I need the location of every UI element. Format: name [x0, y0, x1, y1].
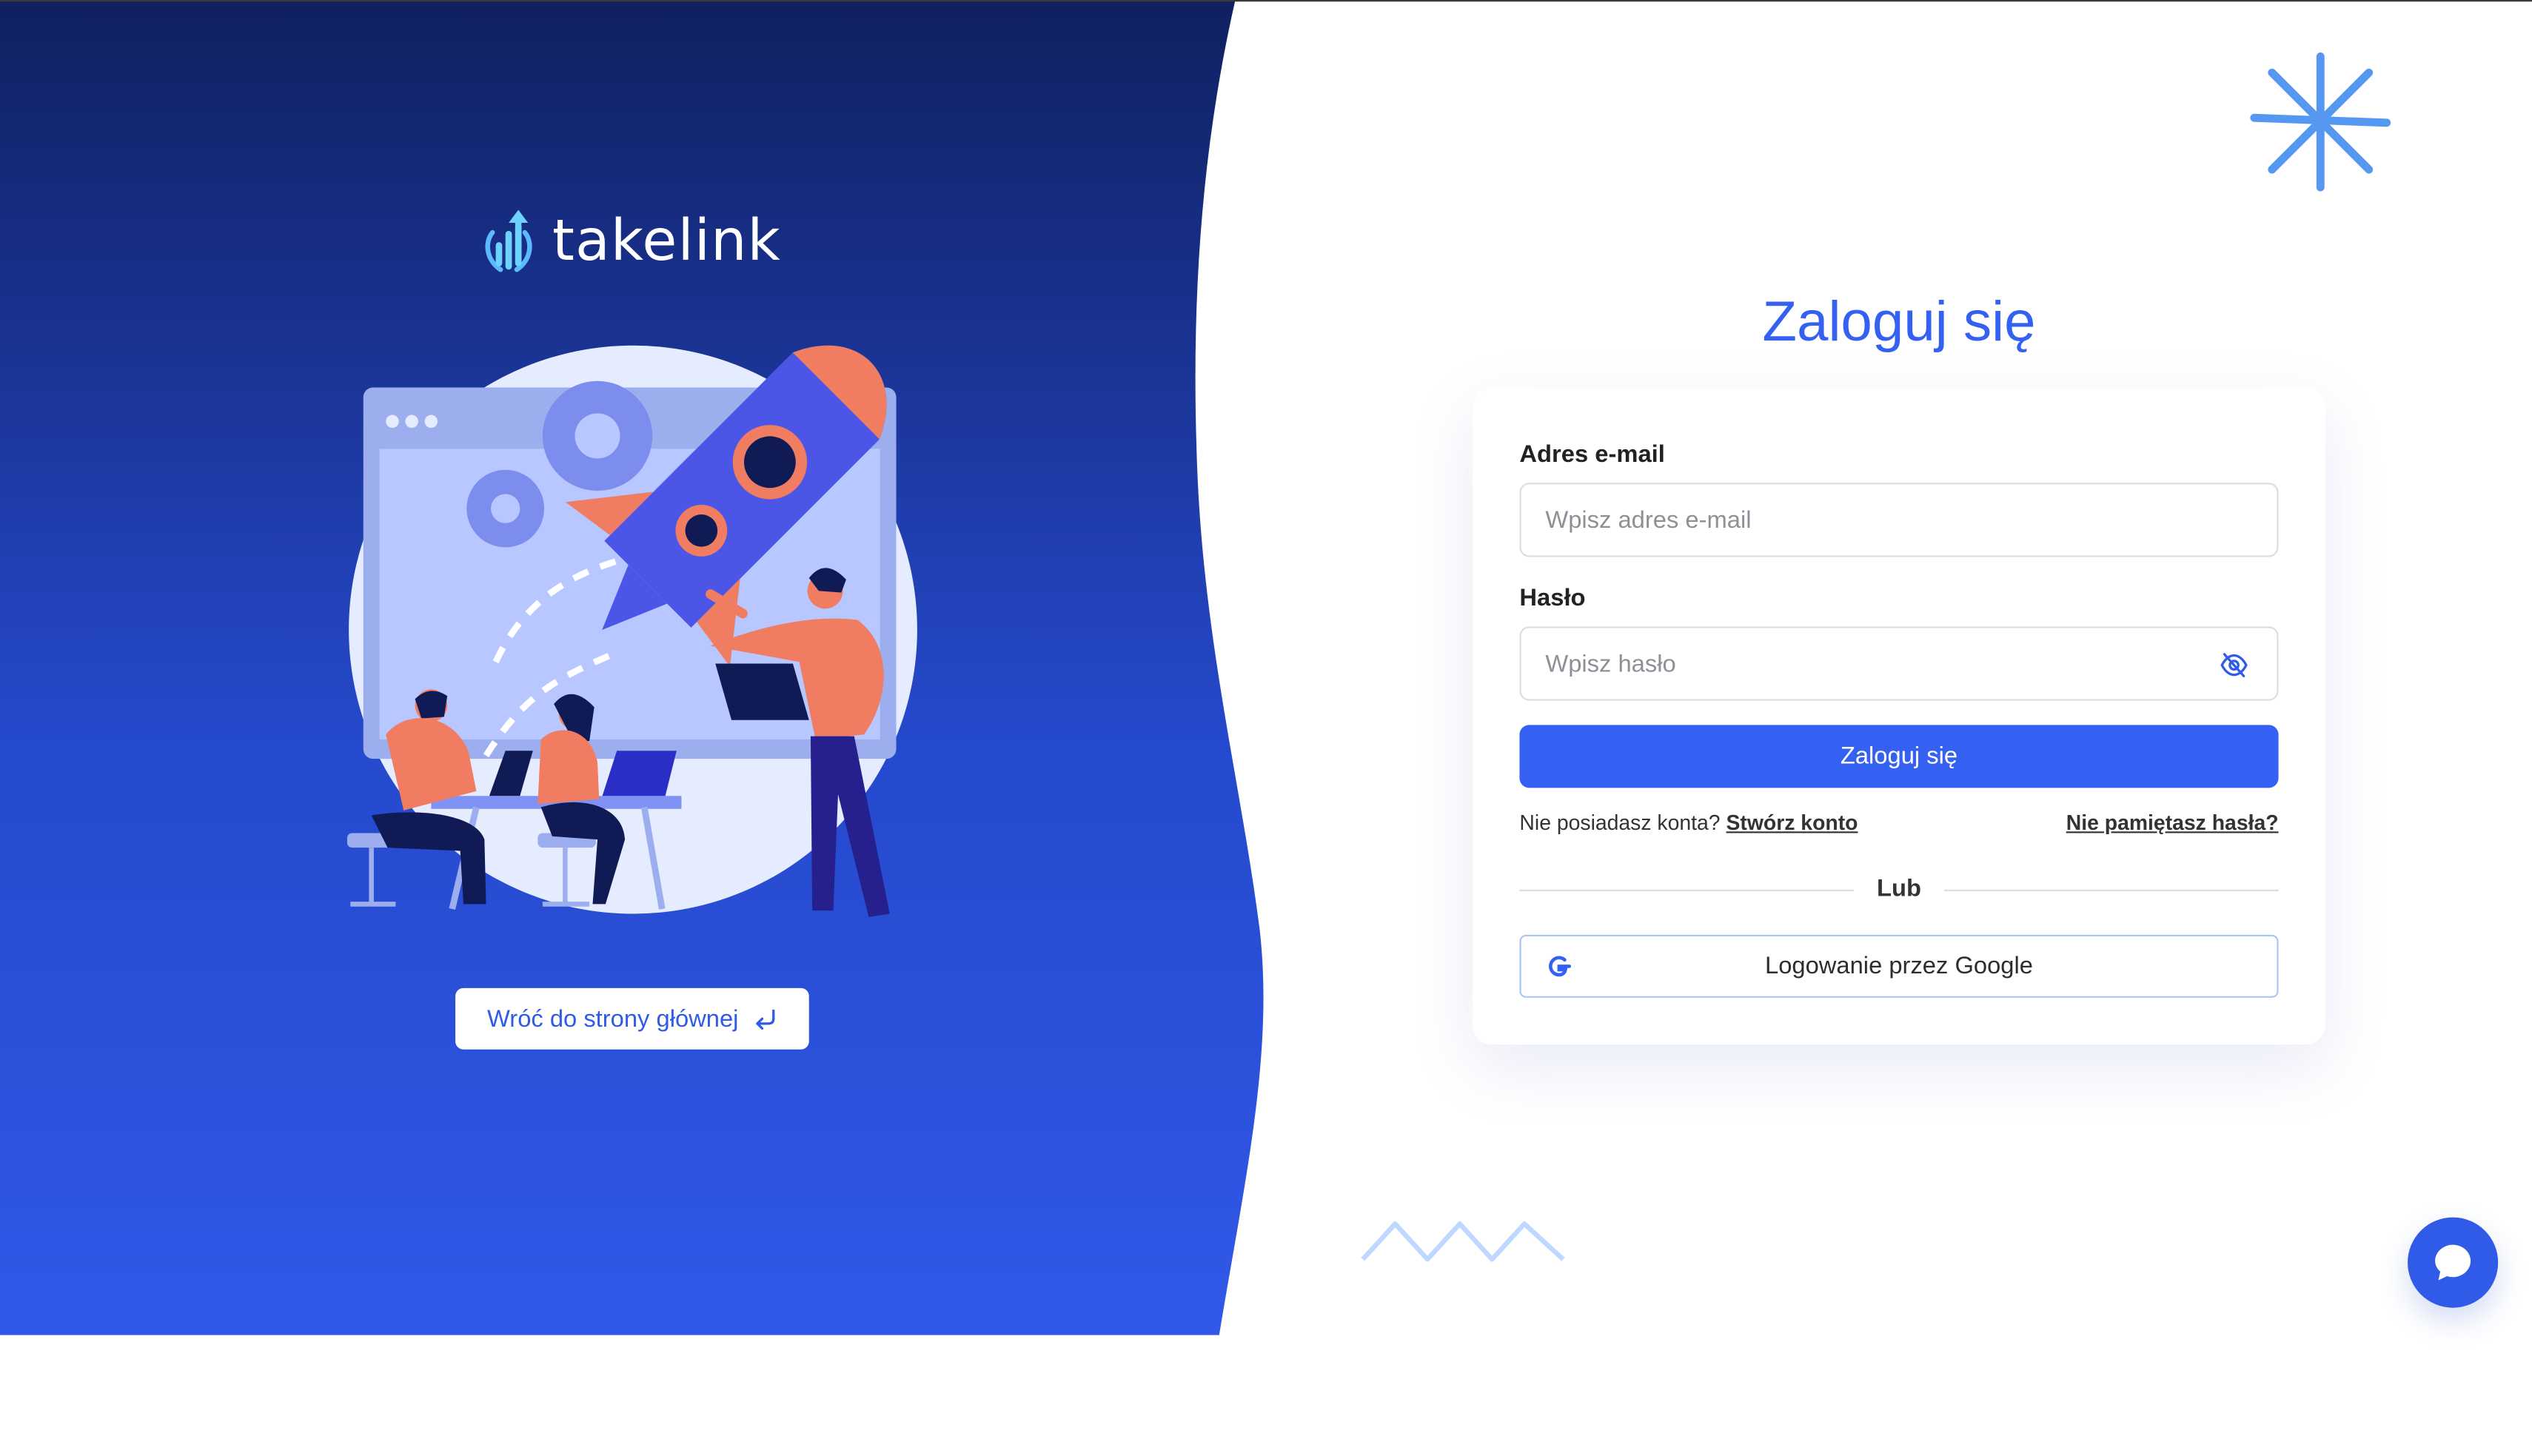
- chat-bubble-icon: [2435, 1244, 2471, 1281]
- email-input[interactable]: [1521, 484, 2277, 556]
- zigzag-decoration-icon: [1361, 1221, 1565, 1262]
- divider-line-right: [1944, 889, 2279, 891]
- back-to-home-button[interactable]: Wróć do strony głównej: [455, 987, 809, 1050]
- or-divider: Lub: [1519, 875, 2279, 904]
- takelink-logo: takelink: [478, 207, 781, 278]
- password-field[interactable]: [1519, 626, 2279, 701]
- forgot-password-link[interactable]: Nie pamiętasz hasła?: [2066, 811, 2279, 835]
- email-label: Adres e-mail: [1519, 440, 1665, 469]
- divider-line-left: [1519, 889, 1854, 891]
- startup-rocket-illustration: [346, 345, 917, 917]
- email-field[interactable]: [1519, 483, 2279, 557]
- signup-prompt: Nie posiadasz konta? Stwórz konto: [1519, 811, 1858, 835]
- or-label: Lub: [1877, 875, 1921, 903]
- bar-chart-arrow-icon: [485, 209, 532, 272]
- return-arrow-icon: [756, 1009, 776, 1030]
- account-links-row: Nie posiadasz konta? Stwórz konto Nie pa…: [1519, 811, 2278, 843]
- password-label: Hasło: [1519, 584, 1586, 612]
- brand-name: takelink: [552, 209, 781, 275]
- google-g-icon: [1548, 956, 1572, 977]
- login-submit-button[interactable]: Zaloguj się: [1519, 725, 2279, 788]
- login-page: takelink Wróć do strony głównej Zaloguj …: [0, 0, 2532, 1456]
- login-title: Zaloguj się: [1762, 290, 2036, 354]
- window-top-border: [0, 0, 2532, 2]
- login-card: Adres e-mail Hasło Zaloguj się Nie posia…: [1473, 387, 2325, 1045]
- back-to-home-label: Wróć do strony głównej: [487, 1004, 739, 1033]
- password-input[interactable]: [1521, 628, 2277, 700]
- asterisk-decoration-icon: [2250, 52, 2391, 192]
- google-login-label: Logowanie przez Google: [1764, 952, 2033, 980]
- chat-button[interactable]: [2408, 1217, 2499, 1308]
- create-account-link[interactable]: Stwórz konto: [1726, 811, 1858, 835]
- google-login-button[interactable]: Logowanie przez Google: [1519, 934, 2279, 998]
- eye-off-icon[interactable]: [2219, 651, 2249, 680]
- no-account-text: Nie posiadasz konta?: [1519, 810, 1721, 835]
